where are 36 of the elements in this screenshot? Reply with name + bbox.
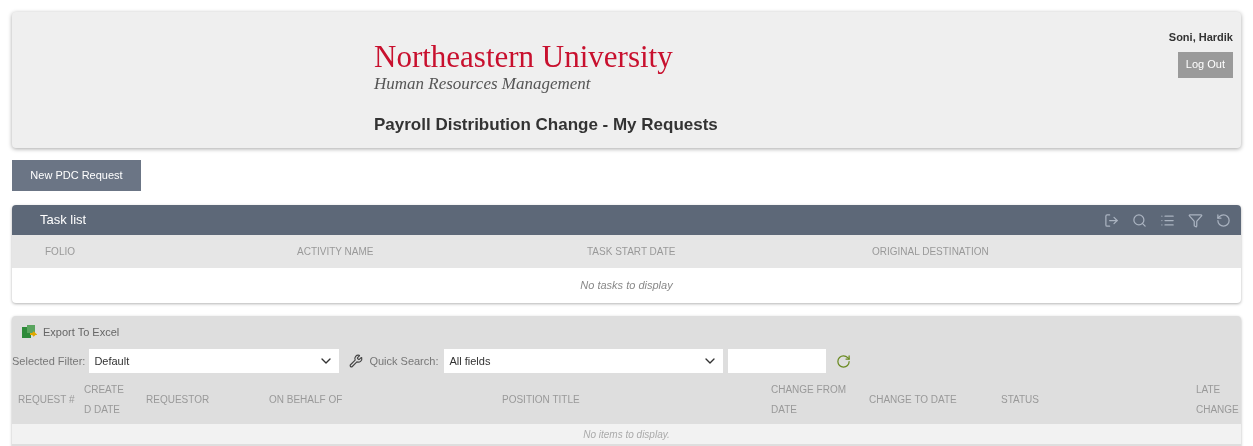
university-name: Northeastern University	[374, 40, 674, 74]
column-header[interactable]: TASK START DATE	[587, 244, 872, 259]
column-header[interactable]: LATE CHANGE	[1196, 380, 1241, 420]
new-request-button[interactable]: New PDC Request	[12, 160, 141, 191]
column-header[interactable]: STATUS	[1001, 390, 1196, 410]
wrench-icon	[349, 354, 364, 368]
task-list-title: Task list	[40, 211, 88, 230]
column-header[interactable]: ON BEHALF OF	[269, 390, 502, 410]
page-title: Payroll Distribution Change - My Requests	[374, 114, 719, 136]
filter-icon[interactable]	[1188, 212, 1203, 228]
column-header[interactable]: CREATE D DATE	[84, 380, 146, 420]
export-icon[interactable]	[1104, 212, 1119, 228]
column-header[interactable]: CHANGE FROM DATE	[771, 380, 869, 420]
search-icon[interactable]	[1132, 212, 1147, 228]
department-name: Human Resources Management	[374, 74, 592, 94]
quick-search-label: Quick Search:	[369, 353, 439, 369]
search-input[interactable]	[728, 349, 827, 373]
logout-button[interactable]: Log Out	[1177, 51, 1233, 78]
filter-dropdown[interactable]: Default	[89, 349, 340, 373]
list-icon[interactable]	[1160, 212, 1175, 228]
column-header[interactable]: FOLIO	[12, 244, 297, 259]
column-header[interactable]: ACTIVITY NAME	[297, 244, 587, 259]
column-header[interactable]: CHANGE TO DATE	[869, 390, 1001, 410]
spreadsheet-icon[interactable]	[21, 325, 37, 339]
refresh-icon[interactable]	[836, 353, 852, 369]
filter-label: Selected Filter:	[12, 353, 86, 369]
quick-search-dropdown[interactable]: All fields	[444, 349, 724, 373]
empty-message: No items to display.	[583, 427, 670, 442]
empty-message: No tasks to display	[580, 278, 673, 294]
column-header[interactable]: ORIGINAL DESTINATION	[872, 244, 1241, 259]
column-header[interactable]: REQUEST #	[12, 390, 84, 410]
export-link[interactable]: Export To Excel	[43, 323, 120, 341]
column-header[interactable]: REQUESTOR	[146, 390, 269, 410]
column-header[interactable]: POSITION TITLE	[502, 390, 771, 410]
user-name: Soni, Hardik	[1168, 30, 1233, 45]
refresh-icon[interactable]	[1216, 212, 1231, 228]
